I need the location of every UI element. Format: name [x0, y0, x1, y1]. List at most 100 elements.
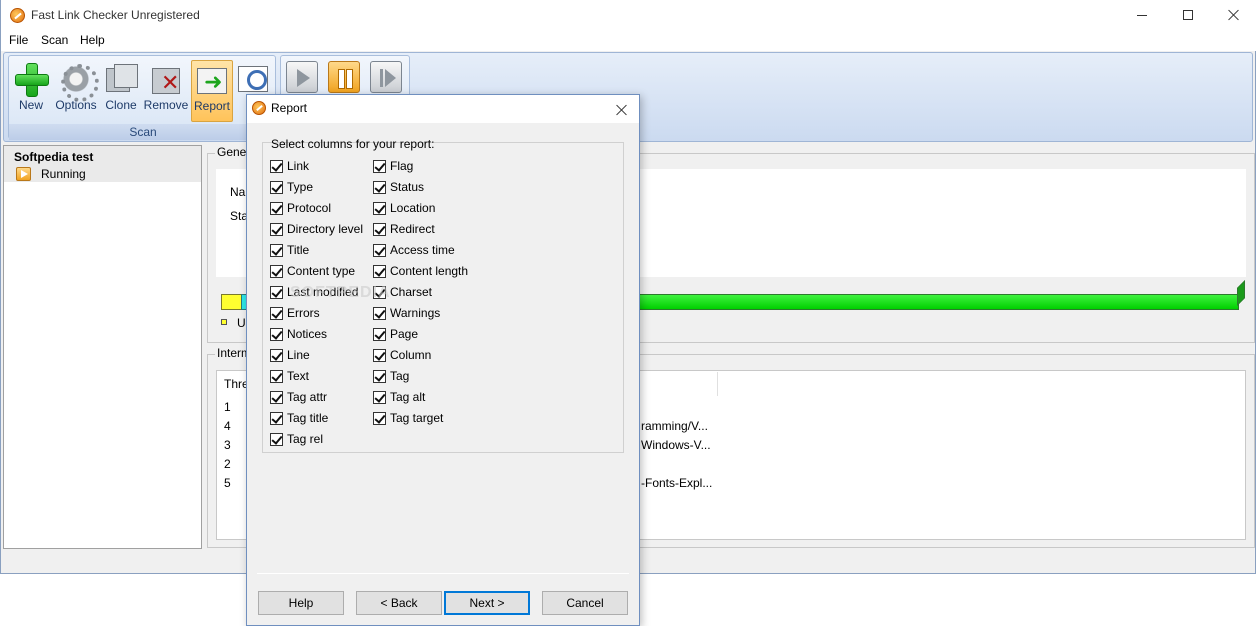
checkbox[interactable]: [373, 159, 386, 173]
checkbox[interactable]: [270, 243, 283, 257]
new-button[interactable]: New: [11, 60, 51, 122]
thread-number: 1: [224, 400, 231, 414]
column-checkbox-row[interactable]: Protocol: [270, 199, 331, 217]
clone-button[interactable]: Clone: [101, 60, 141, 122]
checkbox-label: Tag title: [287, 411, 329, 425]
column-checkbox-row[interactable]: Text: [270, 367, 309, 385]
remove-icon: [149, 62, 183, 96]
checkbox[interactable]: [270, 180, 283, 194]
checkbox[interactable]: [270, 390, 283, 404]
minimize-button[interactable]: [1119, 0, 1165, 30]
column-checkbox-row[interactable]: Tag alt: [373, 388, 425, 406]
dialog-title: Report: [271, 101, 308, 115]
checkbox[interactable]: [270, 159, 283, 173]
checkbox[interactable]: [373, 327, 386, 341]
checkbox[interactable]: [270, 348, 283, 362]
checkbox[interactable]: [270, 285, 283, 299]
next-button[interactable]: Next >: [444, 591, 530, 615]
column-checkbox-row[interactable]: Location: [373, 199, 435, 217]
checkbox[interactable]: [373, 369, 386, 383]
checkbox[interactable]: [373, 348, 386, 362]
step-button[interactable]: [370, 61, 402, 93]
project-item[interactable]: Softpedia test Running: [4, 146, 201, 182]
checkbox-label: Notices: [287, 327, 328, 341]
column-checkbox-row[interactable]: Column: [373, 346, 431, 364]
column-checkbox-row[interactable]: Tag attr: [270, 388, 327, 406]
checkbox[interactable]: [270, 201, 283, 215]
column-checkbox-row[interactable]: Line: [270, 346, 310, 364]
column-checkbox-row[interactable]: Flag: [373, 157, 413, 175]
size-grip[interactable]: [1241, 548, 1255, 572]
column-checkbox-row[interactable]: Notices: [270, 325, 327, 343]
title-bar: Fast Link Checker Unregistered: [1, 0, 1256, 30]
column-checkbox-row[interactable]: Tag rel: [270, 430, 323, 448]
checkbox[interactable]: [270, 369, 283, 383]
checkbox-label: Page: [390, 327, 419, 341]
checkbox-label: Tag attr: [287, 390, 328, 404]
options-button[interactable]: Options: [53, 60, 99, 122]
checkbox[interactable]: [270, 264, 283, 278]
thread-number: 5: [224, 476, 231, 490]
clone-button-label: Clone: [105, 98, 137, 112]
report-button[interactable]: Report: [191, 60, 233, 122]
column-checkbox-row[interactable]: Page: [373, 325, 418, 343]
report-icon: [195, 63, 229, 97]
column-checkbox-row[interactable]: Type: [270, 178, 313, 196]
column-checkbox-row[interactable]: Errors: [270, 304, 320, 322]
pause-button[interactable]: [328, 61, 360, 93]
threads-column-header[interactable]: Thre: [224, 377, 249, 391]
checkbox-label: Tag target: [390, 411, 444, 425]
help-button[interactable]: Help: [258, 591, 344, 615]
checkbox[interactable]: [373, 201, 386, 215]
thread-number: 3: [224, 438, 231, 452]
start-button[interactable]: [286, 61, 318, 93]
column-checkbox-row[interactable]: Content length: [373, 262, 468, 280]
menu-help[interactable]: Help: [80, 33, 105, 47]
watermark: SOFTPEDIA: [290, 284, 391, 301]
checkbox-label: Text: [287, 369, 310, 383]
checkbox[interactable]: [373, 390, 386, 404]
maximize-button[interactable]: [1165, 0, 1211, 30]
column-checkbox-row[interactable]: Warnings: [373, 304, 440, 322]
thread-url: Windows-V...: [641, 438, 711, 452]
checkbox-label: Flag: [390, 159, 414, 173]
menu-bar: File Scan Help: [1, 30, 1256, 51]
dialog-close-button[interactable]: [609, 100, 635, 120]
column-checkbox-row[interactable]: Tag title: [270, 409, 328, 427]
back-button[interactable]: < Back: [356, 591, 442, 615]
column-checkbox-row[interactable]: Status: [373, 178, 424, 196]
checkbox[interactable]: [270, 327, 283, 341]
menu-scan[interactable]: Scan: [41, 33, 68, 47]
legend-swatch: [221, 319, 227, 325]
checkbox[interactable]: [373, 411, 386, 425]
column-checkbox-row[interactable]: Content type: [270, 262, 355, 280]
checkbox[interactable]: [373, 222, 386, 236]
remove-button[interactable]: Remove: [143, 60, 189, 122]
checkbox[interactable]: [270, 432, 283, 446]
checkbox[interactable]: [270, 411, 283, 425]
checkbox-label: Tag rel: [287, 432, 324, 446]
column-checkbox-row[interactable]: Redirect: [373, 220, 435, 238]
column-divider[interactable]: [717, 372, 718, 396]
column-checkbox-row[interactable]: Access time: [373, 241, 455, 259]
checkbox-label: Charset: [390, 285, 433, 299]
checkbox[interactable]: [373, 180, 386, 194]
checkbox[interactable]: [373, 264, 386, 278]
column-checkbox-row[interactable]: Link: [270, 157, 309, 175]
dialog-separator: [257, 573, 629, 574]
checkbox[interactable]: [373, 243, 386, 257]
menu-file[interactable]: File: [9, 33, 28, 47]
checkbox-label: Title: [287, 243, 310, 257]
gear-icon: [59, 62, 99, 102]
cancel-button[interactable]: Cancel: [542, 591, 628, 615]
checkbox[interactable]: [270, 222, 283, 236]
thread-number: 2: [224, 457, 231, 471]
column-checkbox-row[interactable]: Title: [270, 241, 309, 259]
column-checkbox-row[interactable]: Tag target: [373, 409, 443, 427]
column-checkbox-row[interactable]: Directory level: [270, 220, 363, 238]
thread-url: ramming/V...: [641, 419, 708, 433]
column-checkbox-row[interactable]: Tag: [373, 367, 409, 385]
close-button[interactable]: [1211, 0, 1256, 30]
checkbox[interactable]: [270, 306, 283, 320]
checkbox[interactable]: [373, 306, 386, 320]
